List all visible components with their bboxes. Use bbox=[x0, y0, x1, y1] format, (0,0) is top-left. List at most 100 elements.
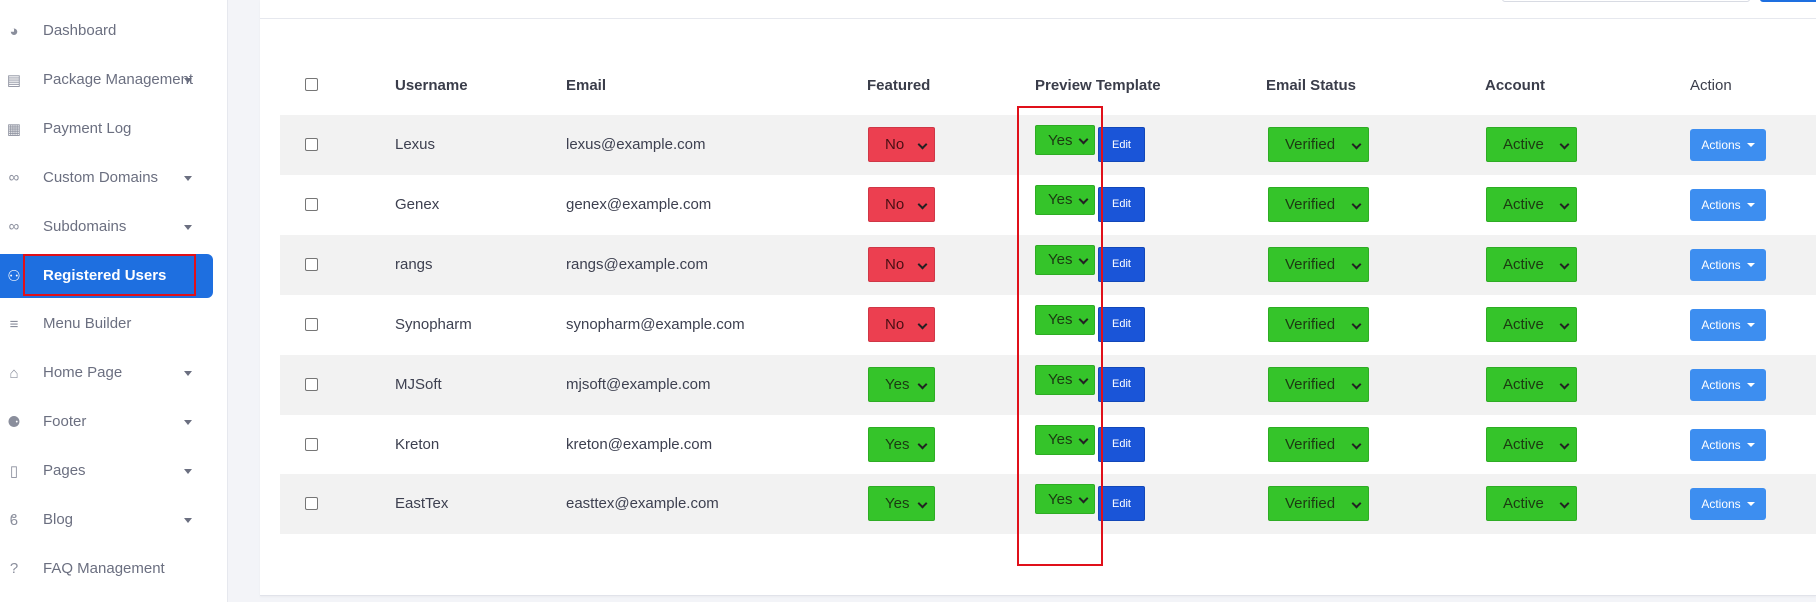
select-value: Yes bbox=[1048, 191, 1073, 209]
palette-icon: ◕ bbox=[9, 22, 19, 40]
row-checkbox[interactable] bbox=[305, 377, 318, 391]
edit-button[interactable]: Edit bbox=[1098, 306, 1145, 342]
row-checkbox[interactable] bbox=[305, 257, 318, 271]
account-select[interactable]: Active bbox=[1486, 186, 1577, 222]
chevron-down-icon bbox=[1351, 439, 1362, 449]
sidebar-item-pages[interactable]: ▯ Pages bbox=[0, 449, 213, 493]
row-checkbox[interactable] bbox=[305, 138, 318, 151]
email-status-select[interactable]: Verified bbox=[1268, 186, 1369, 222]
email-status-select[interactable]: Verified bbox=[1268, 127, 1369, 162]
actions-label: Actions bbox=[1701, 257, 1741, 272]
file-icon: ▯ bbox=[9, 463, 19, 481]
chevron-down-icon bbox=[1078, 194, 1089, 205]
preview-template-select[interactable]: Yes bbox=[1035, 244, 1095, 275]
edit-button[interactable]: Edit bbox=[1098, 186, 1145, 222]
account-select[interactable]: Active bbox=[1486, 366, 1577, 402]
preview-template-select[interactable]: Yes bbox=[1035, 184, 1095, 215]
sidebar-item-dashboard[interactable]: ◕ Dashboard bbox=[0, 9, 213, 53]
select-value: No bbox=[885, 195, 905, 213]
chevron-down-icon bbox=[917, 319, 928, 330]
chevron-down-icon bbox=[1078, 374, 1089, 385]
username-cell: rangs bbox=[395, 255, 433, 273]
actions-button[interactable]: Actions bbox=[1690, 488, 1766, 521]
actions-button[interactable]: Actions bbox=[1690, 188, 1766, 221]
sidebar-item-payment-log[interactable]: ▦ Payment Log bbox=[0, 107, 213, 151]
email-status-select[interactable]: Verified bbox=[1268, 366, 1369, 402]
email-status-select[interactable]: Verified bbox=[1268, 426, 1369, 462]
edit-button[interactable]: Edit bbox=[1098, 246, 1145, 282]
featured-select[interactable]: Yes bbox=[868, 366, 935, 402]
featured-select[interactable]: No bbox=[868, 127, 935, 162]
sidebar-item-subdomains[interactable]: ∞ Subdomains bbox=[0, 205, 213, 249]
search-button[interactable] bbox=[1760, 0, 1816, 2]
chevron-down-icon bbox=[917, 439, 928, 449]
email-status-select[interactable]: Verified bbox=[1268, 486, 1369, 522]
select-value: Yes bbox=[1048, 251, 1073, 269]
sidebar-item-label: Pages bbox=[43, 462, 86, 480]
row-checkbox[interactable] bbox=[305, 317, 318, 331]
header-preview-template: Preview Template bbox=[1035, 77, 1161, 94]
chevron-down-icon bbox=[1559, 139, 1570, 150]
featured-select[interactable]: Yes bbox=[868, 426, 935, 462]
preview-template-select[interactable]: Yes bbox=[1035, 304, 1095, 335]
select-value: Verified bbox=[1285, 255, 1336, 273]
sidebar-item-custom-domains[interactable]: ∞ Custom Domains bbox=[0, 156, 213, 200]
actions-button[interactable]: Actions bbox=[1690, 428, 1766, 461]
chevron-down-icon bbox=[1559, 319, 1570, 330]
select-value: Verified bbox=[1285, 495, 1336, 513]
select-value: Verified bbox=[1285, 315, 1336, 333]
select-value: Verified bbox=[1285, 435, 1336, 453]
caret-down-icon bbox=[184, 518, 192, 523]
featured-select[interactable]: No bbox=[868, 186, 935, 222]
featured-select[interactable]: Yes bbox=[868, 486, 935, 522]
select-value: Yes bbox=[885, 435, 910, 453]
row-checkbox[interactable] bbox=[305, 437, 318, 451]
caret-down-icon bbox=[184, 371, 192, 377]
email-cell: synopharm@example.com bbox=[566, 315, 745, 333]
email-status-select[interactable]: Verified bbox=[1268, 246, 1369, 282]
edit-button[interactable]: Edit bbox=[1098, 426, 1145, 462]
sidebar-item-package-management[interactable]: ▤ Package Management bbox=[0, 58, 213, 102]
chevron-down-icon bbox=[1351, 498, 1362, 509]
sidebar-item-blog[interactable]: ϐ Blog bbox=[0, 498, 213, 542]
select-value: Active bbox=[1503, 315, 1544, 333]
sidebar-item-faq-management[interactable]: ? FAQ Management bbox=[0, 547, 213, 591]
row-checkbox[interactable] bbox=[305, 497, 318, 511]
email-status-select[interactable]: Verified bbox=[1268, 306, 1369, 342]
actions-button[interactable]: Actions bbox=[1690, 368, 1766, 401]
caret-down-icon bbox=[1746, 143, 1755, 147]
account-select[interactable]: Active bbox=[1486, 486, 1577, 522]
select-value: No bbox=[885, 255, 905, 273]
sidebar-item-menu-builder[interactable]: ≡ Menu Builder bbox=[0, 302, 213, 346]
edit-button[interactable]: Edit bbox=[1098, 366, 1145, 402]
header-featured: Featured bbox=[867, 77, 931, 94]
row-checkbox[interactable] bbox=[305, 197, 318, 211]
preview-template-select[interactable]: Yes bbox=[1035, 364, 1095, 395]
sidebar-item-footer[interactable]: ⚈ Footer bbox=[0, 400, 213, 444]
preview-template-select[interactable]: Yes bbox=[1035, 125, 1095, 155]
edit-button[interactable]: Edit bbox=[1098, 127, 1145, 162]
sidebar-item-registered-users[interactable]: ⚇ Registered Users bbox=[0, 253, 213, 298]
preview-template-select[interactable]: Yes bbox=[1035, 484, 1095, 515]
account-select[interactable]: Active bbox=[1486, 306, 1577, 342]
actions-button[interactable]: Actions bbox=[1690, 248, 1766, 281]
account-select[interactable]: Active bbox=[1486, 127, 1577, 162]
account-select[interactable]: Active bbox=[1486, 246, 1577, 282]
username-cell: Synopharm bbox=[395, 315, 472, 333]
search-input[interactable] bbox=[1502, 0, 1750, 2]
question-circle-icon: ? bbox=[9, 560, 19, 578]
preview-template-select[interactable]: Yes bbox=[1035, 424, 1095, 455]
featured-select[interactable]: No bbox=[868, 246, 935, 282]
featured-select[interactable]: No bbox=[868, 306, 935, 342]
actions-label: Actions bbox=[1701, 317, 1741, 332]
account-select[interactable]: Active bbox=[1486, 426, 1577, 462]
sidebar-item-home-page[interactable]: ⌂ Home Page bbox=[0, 351, 213, 395]
email-cell: lexus@example.com bbox=[566, 136, 706, 153]
actions-button[interactable]: Actions bbox=[1690, 308, 1766, 341]
select-all-checkbox[interactable] bbox=[305, 78, 318, 91]
select-value: Yes bbox=[1048, 311, 1073, 329]
edit-button[interactable]: Edit bbox=[1098, 486, 1145, 522]
actions-button[interactable]: Actions bbox=[1690, 129, 1766, 161]
chevron-down-icon bbox=[1559, 379, 1570, 390]
sidebar-item-label: Home Page bbox=[43, 364, 123, 382]
